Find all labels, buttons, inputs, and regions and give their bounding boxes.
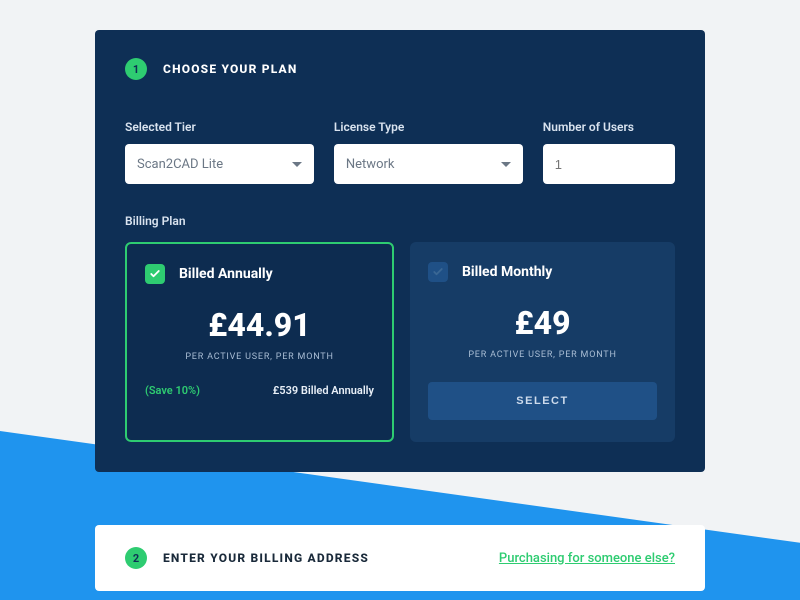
step-2-title: ENTER YOUR BILLING ADDRESS bbox=[163, 551, 369, 565]
plan-annual-save: (Save 10%) bbox=[145, 384, 200, 397]
purchasing-for-someone-else-link[interactable]: Purchasing for someone else? bbox=[499, 551, 675, 566]
plan-annual-footer: (Save 10%) £539 Billed Annually bbox=[145, 384, 374, 397]
chevron-down-icon bbox=[501, 162, 511, 167]
select-monthly-button[interactable]: SELECT bbox=[428, 382, 657, 420]
plan-annual-sub: PER ACTIVE USER, PER MONTH bbox=[145, 352, 374, 362]
license-value: Network bbox=[346, 157, 395, 172]
step-1-panel: 1 CHOOSE YOUR PLAN Selected Tier Scan2CA… bbox=[95, 30, 705, 472]
plan-annual-total: £539 Billed Annually bbox=[273, 384, 374, 397]
billing-plans: Billed Annually £44.91 PER ACTIVE USER, … bbox=[125, 242, 675, 442]
users-field: Number of Users bbox=[543, 120, 675, 184]
step-2-header: 2 ENTER YOUR BILLING ADDRESS bbox=[125, 547, 369, 569]
step-1-badge: 1 bbox=[125, 58, 147, 80]
users-label: Number of Users bbox=[543, 120, 675, 134]
tier-field: Selected Tier Scan2CAD Lite bbox=[125, 120, 314, 184]
plan-monthly-sub: PER ACTIVE USER, PER MONTH bbox=[428, 350, 657, 360]
tier-select[interactable]: Scan2CAD Lite bbox=[125, 144, 314, 184]
plan-annual-header: Billed Annually bbox=[145, 264, 374, 284]
plan-monthly-price: £49 bbox=[428, 304, 657, 342]
plan-monthly-header: Billed Monthly bbox=[428, 262, 657, 282]
plan-annual-price: £44.91 bbox=[145, 306, 374, 344]
step-1-header: 1 CHOOSE YOUR PLAN bbox=[125, 58, 675, 80]
checkbox-checked-icon[interactable] bbox=[145, 264, 165, 284]
plan-annual-title: Billed Annually bbox=[179, 266, 273, 282]
license-label: License Type bbox=[334, 120, 523, 134]
plan-monthly-title: Billed Monthly bbox=[462, 264, 552, 280]
license-field: License Type Network bbox=[334, 120, 523, 184]
tier-label: Selected Tier bbox=[125, 120, 314, 134]
checkbox-unchecked-icon[interactable] bbox=[428, 262, 448, 282]
users-input[interactable] bbox=[543, 144, 675, 184]
license-select[interactable]: Network bbox=[334, 144, 523, 184]
billing-plan-label: Billing Plan bbox=[125, 214, 675, 228]
step-2-panel: 2 ENTER YOUR BILLING ADDRESS Purchasing … bbox=[95, 525, 705, 591]
plan-fields: Selected Tier Scan2CAD Lite License Type… bbox=[125, 120, 675, 184]
plan-monthly[interactable]: Billed Monthly £49 PER ACTIVE USER, PER … bbox=[410, 242, 675, 442]
step-1-title: CHOOSE YOUR PLAN bbox=[163, 62, 297, 76]
chevron-down-icon bbox=[292, 162, 302, 167]
tier-value: Scan2CAD Lite bbox=[137, 157, 223, 172]
step-2-badge: 2 bbox=[125, 547, 147, 569]
plan-annual[interactable]: Billed Annually £44.91 PER ACTIVE USER, … bbox=[125, 242, 394, 442]
